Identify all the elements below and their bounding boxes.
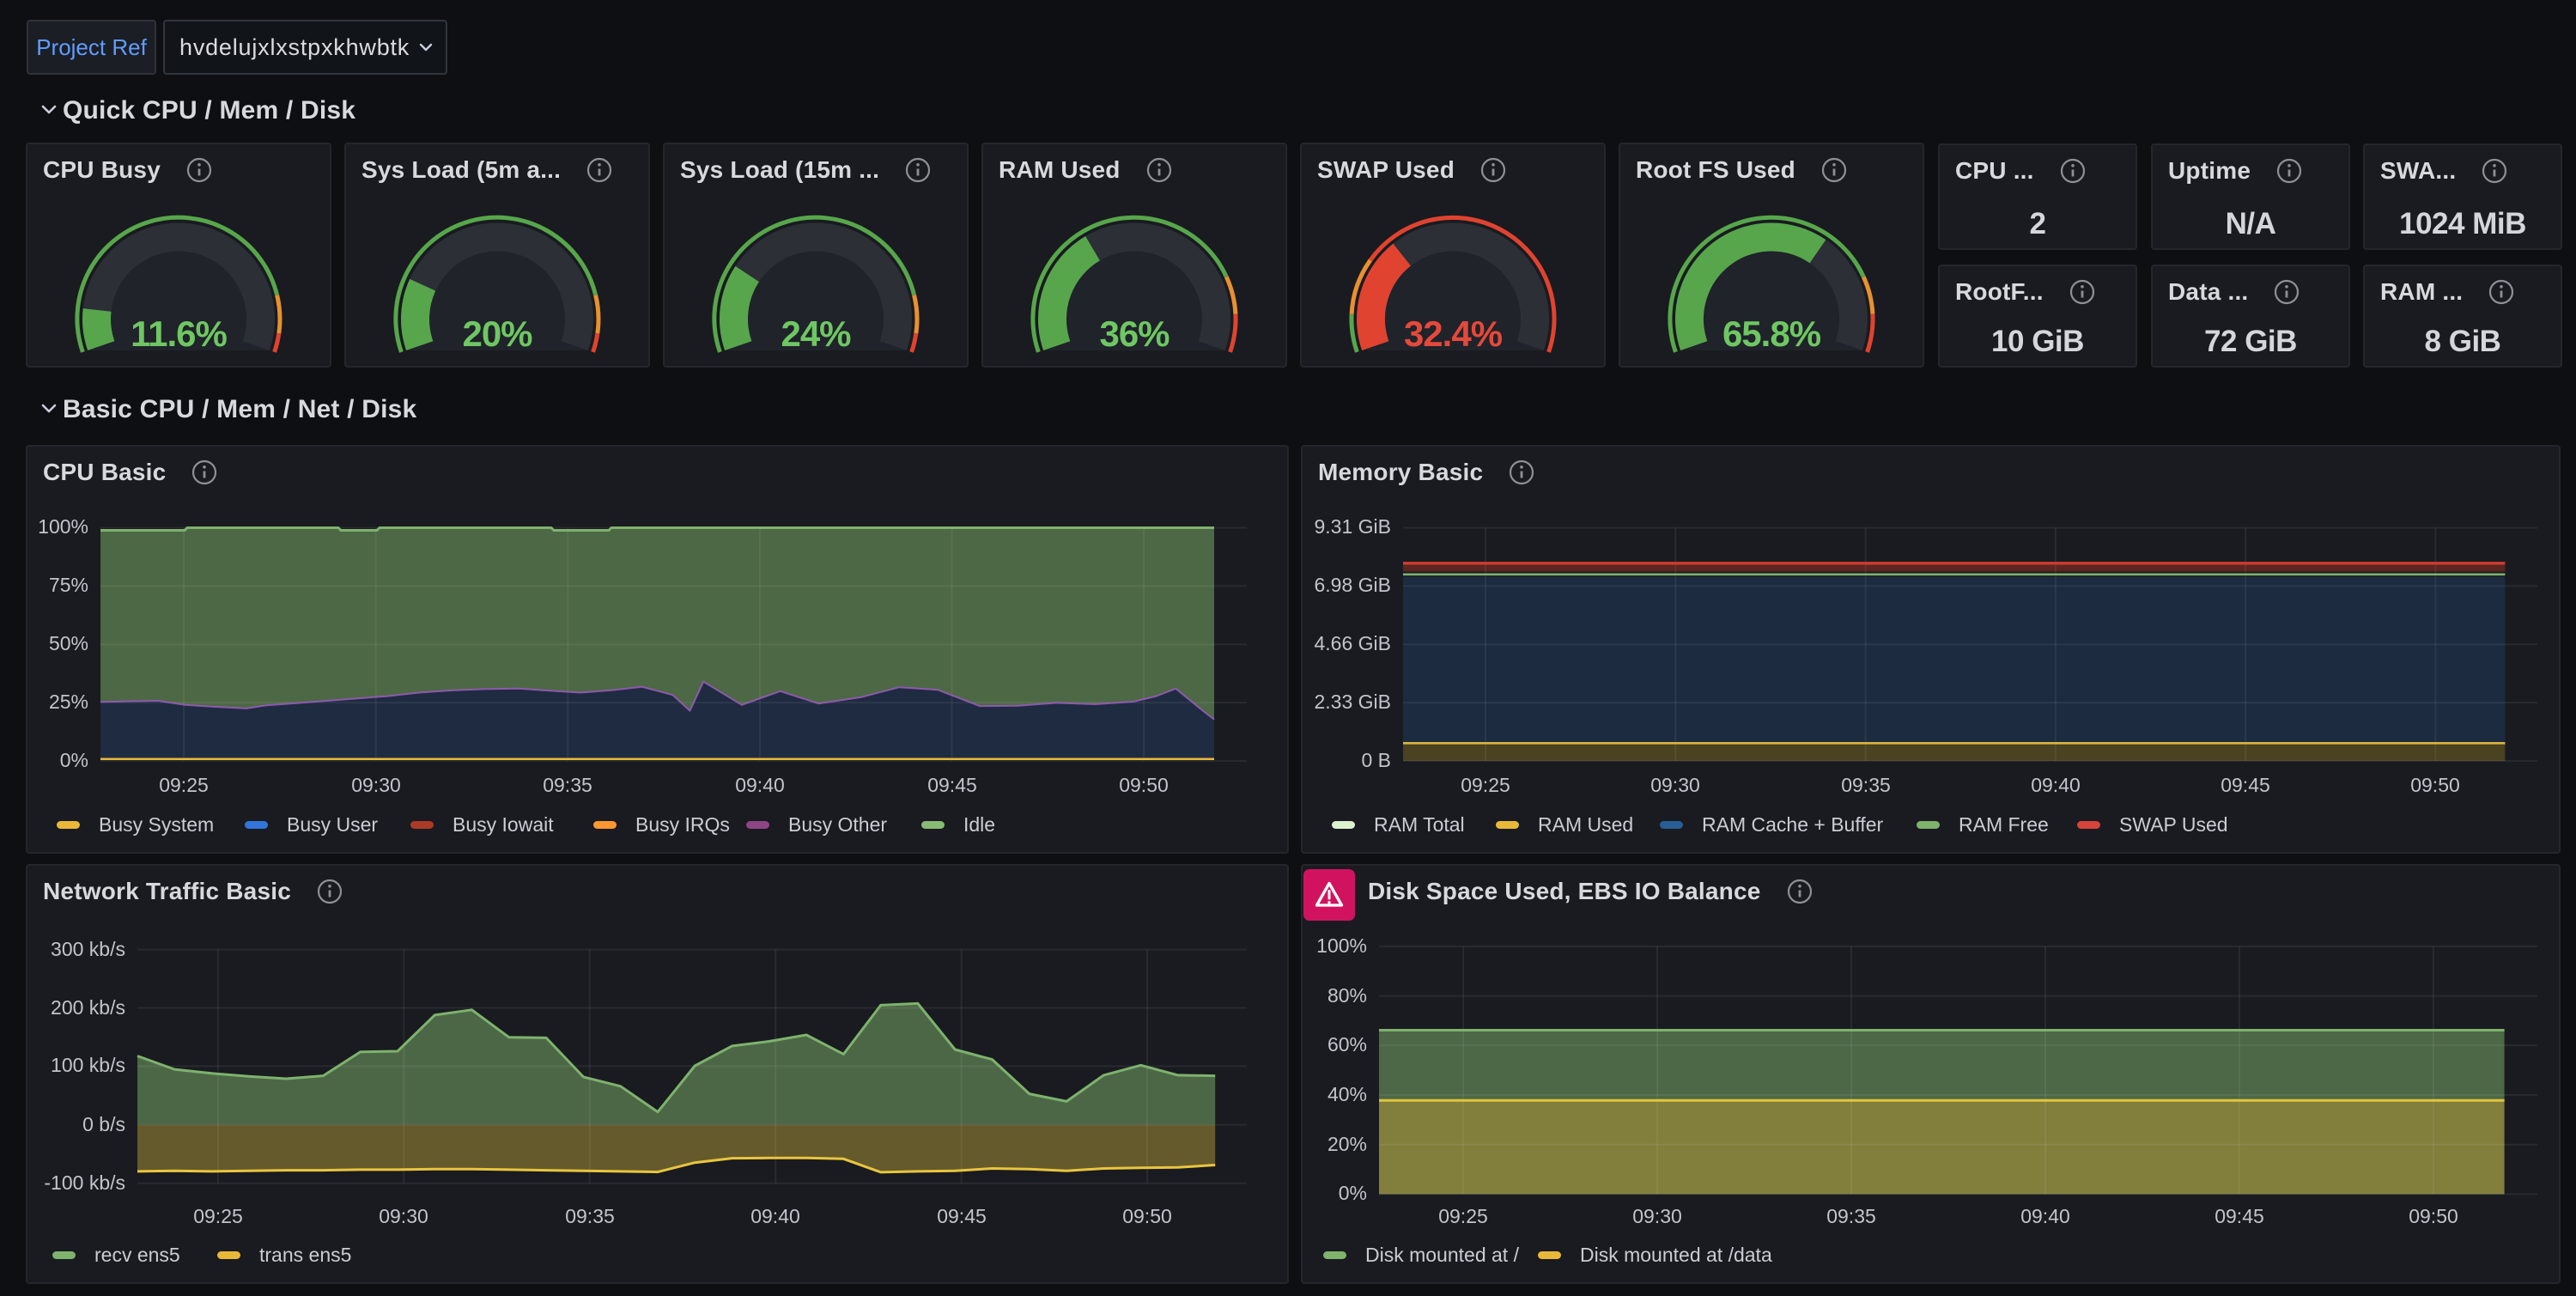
svg-text:65.8%: 65.8% [1722,313,1821,354]
svg-text:36%: 36% [1099,313,1170,354]
svg-text:11.6%: 11.6% [131,313,227,354]
svg-text:24%: 24% [781,313,851,354]
svg-text:20%: 20% [462,313,532,354]
svg-text:32.4%: 32.4% [1404,313,1503,354]
